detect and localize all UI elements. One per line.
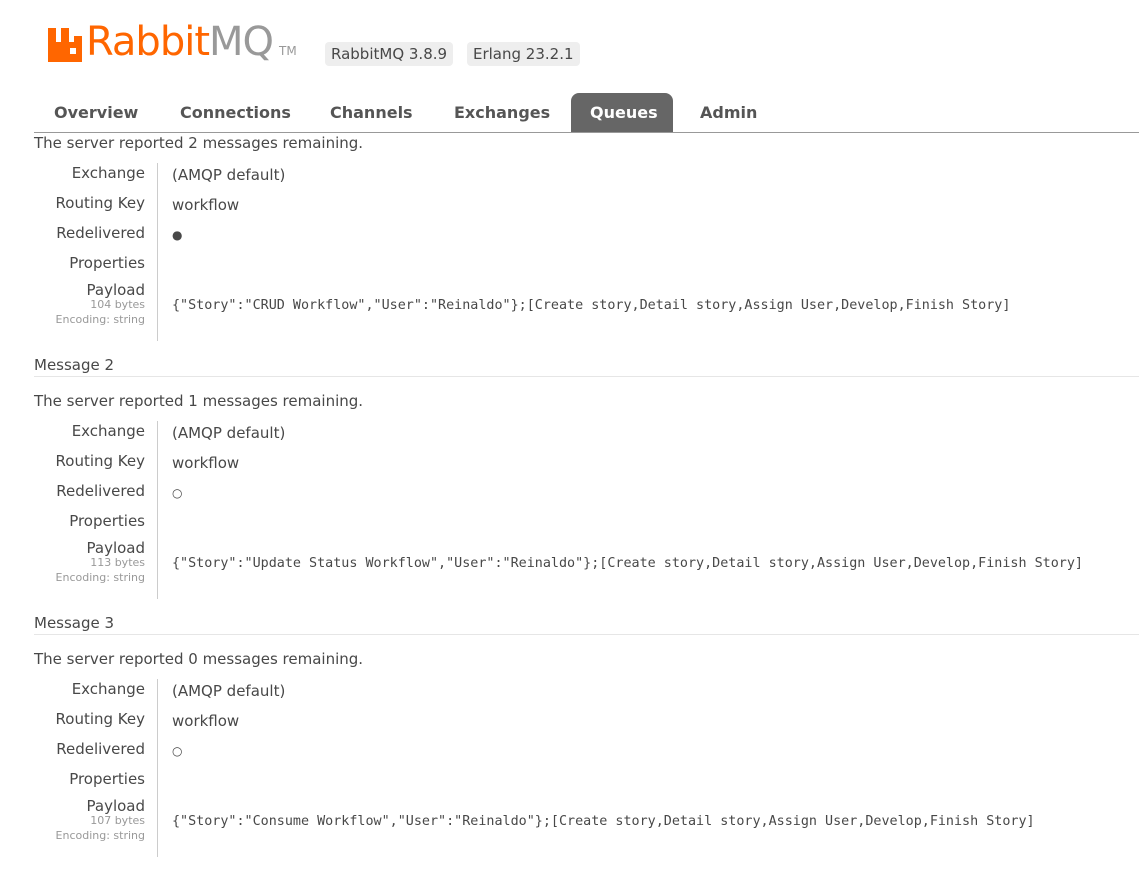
- tab-channels[interactable]: Channels: [311, 93, 432, 132]
- tab-queues[interactable]: Queues: [571, 93, 673, 132]
- redelivered-value: ○: [172, 486, 183, 500]
- exchange-value: (AMQP default): [172, 166, 286, 184]
- message-properties: Exchange Routing Key Redelivered Propert…: [34, 679, 1139, 859]
- redelivered-value: ○: [172, 744, 183, 758]
- property-labels: Exchange Routing Key Redelivered Propert…: [34, 679, 158, 857]
- payload-bytes: 107 bytes: [90, 814, 145, 827]
- routing-key-value: workflow: [172, 712, 240, 730]
- message-properties: Exchange Routing Key Redelivered Propert…: [34, 163, 1139, 343]
- rabbitmq-logo[interactable]: RabbitMQ TM: [48, 22, 297, 62]
- tab-exchanges[interactable]: Exchanges: [435, 93, 569, 132]
- message-heading: Message 3: [34, 611, 1139, 635]
- tab-connections[interactable]: Connections: [161, 93, 310, 132]
- payload-label: Payload: [86, 797, 146, 815]
- messages-remaining-text: The server reported 2 messages remaining…: [34, 134, 364, 152]
- routing-key-value: workflow: [172, 454, 240, 472]
- payload-value: {"Story":"Consume Workflow","User":"Rein…: [172, 814, 1035, 829]
- message-block: Message 2 The server reported 1 messages…: [34, 353, 1139, 601]
- payload-label: Payload: [86, 281, 146, 299]
- property-labels: Exchange Routing Key Redelivered Propert…: [34, 421, 158, 599]
- erlang-version-badge: Erlang 23.2.1: [467, 42, 580, 66]
- routing-key-value: workflow: [172, 196, 240, 214]
- payload-label: Payload: [86, 539, 146, 557]
- main-nav-tabs: Overview Connections Channels Exchanges …: [34, 93, 1139, 133]
- routing-key-label: Routing Key: [55, 194, 145, 212]
- payload-encoding: Encoding: string: [55, 313, 145, 326]
- routing-key-label: Routing Key: [55, 710, 145, 728]
- payload-value: {"Story":"Update Status Workflow","User"…: [172, 556, 1083, 571]
- payload-bytes: 113 bytes: [90, 556, 145, 569]
- exchange-label: Exchange: [71, 680, 145, 698]
- exchange-value: (AMQP default): [172, 424, 286, 442]
- properties-label: Properties: [69, 254, 145, 272]
- routing-key-label: Routing Key: [55, 452, 145, 470]
- payload-encoding: Encoding: string: [55, 829, 145, 842]
- properties-label: Properties: [69, 770, 145, 788]
- messages-remaining-text: The server reported 1 messages remaining…: [34, 392, 364, 410]
- header: RabbitMQ TM RabbitMQ 3.8.9 Erlang 23.2.1: [0, 0, 1139, 92]
- logo-trademark: TM: [279, 44, 297, 58]
- redelivered-label: Redelivered: [56, 740, 145, 758]
- payload-encoding: Encoding: string: [55, 571, 145, 584]
- payload-bytes: 104 bytes: [90, 298, 145, 311]
- redelivered-value: ●: [172, 228, 183, 242]
- exchange-label: Exchange: [71, 164, 145, 182]
- message-block: Message 3 The server reported 0 messages…: [34, 611, 1139, 859]
- tab-overview[interactable]: Overview: [35, 93, 157, 132]
- property-labels: Exchange Routing Key Redelivered Propert…: [34, 163, 158, 341]
- message-heading: Message 2: [34, 353, 1139, 377]
- properties-label: Properties: [69, 512, 145, 530]
- redelivered-label: Redelivered: [56, 482, 145, 500]
- message-properties: Exchange Routing Key Redelivered Propert…: [34, 421, 1139, 601]
- redelivered-label: Redelivered: [56, 224, 145, 242]
- exchange-label: Exchange: [71, 422, 145, 440]
- rabbitmq-version-badge: RabbitMQ 3.8.9: [325, 42, 454, 66]
- tab-admin[interactable]: Admin: [681, 93, 776, 132]
- messages-remaining-text: The server reported 0 messages remaining…: [34, 650, 364, 668]
- message-block: The server reported 2 messages remaining…: [34, 133, 1139, 343]
- messages-content: The server reported 2 messages remaining…: [34, 133, 1139, 859]
- exchange-value: (AMQP default): [172, 682, 286, 700]
- payload-value: {"Story":"CRUD Workflow","User":"Reinald…: [172, 298, 1011, 313]
- logo-wordmark: RabbitMQ: [86, 19, 274, 65]
- rabbitmq-logo-icon: [48, 28, 82, 62]
